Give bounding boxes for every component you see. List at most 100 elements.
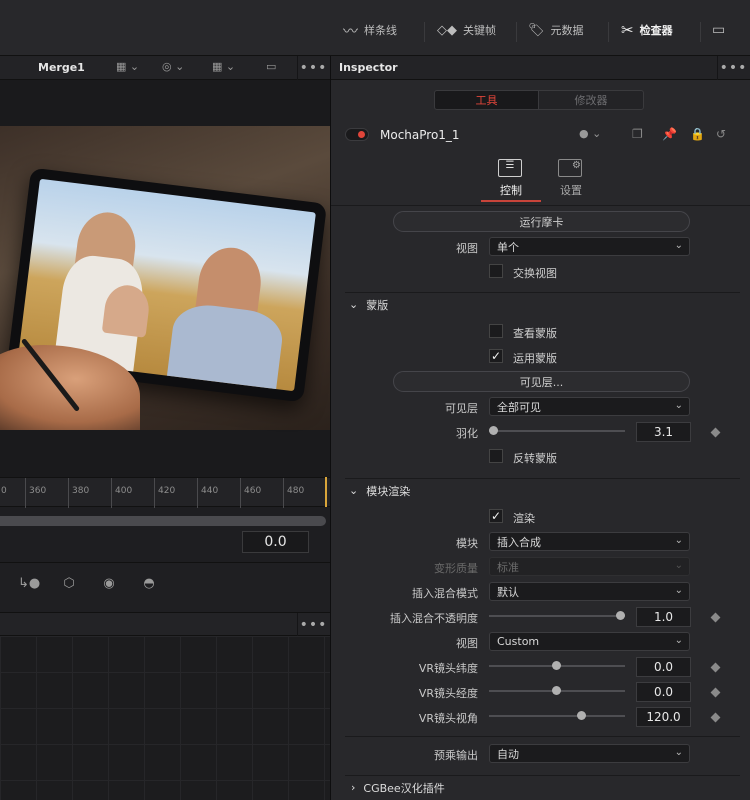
metadata-icon: 🏷	[528, 22, 545, 38]
playhead[interactable]	[325, 477, 327, 507]
apply-matte-checkbox[interactable]: ✓	[489, 349, 503, 363]
chevron-down-icon: ⌄	[674, 635, 683, 646]
insert-blend-select[interactable]: 默认 ⌄	[489, 582, 690, 601]
chevron-down-icon: ⌄	[674, 585, 683, 596]
reset-icon[interactable]: ↺	[716, 127, 726, 141]
swap-view-checkbox[interactable]	[489, 264, 503, 278]
viewer-channel-button[interactable]: ◎ ⌄	[162, 60, 184, 73]
module-select[interactable]: 插入合成 ⌄	[489, 532, 690, 551]
viewer-roi-button[interactable]: ▭	[266, 60, 276, 73]
insert-opacity-field[interactable]: 1.0	[636, 607, 691, 627]
ruler-tick: 440	[197, 478, 218, 508]
viewer-title: Merge1	[38, 61, 85, 74]
insert-blend-label: 插入混合模式	[412, 587, 478, 600]
divider	[331, 205, 750, 206]
toolbar-spline-label: 样条线	[364, 24, 398, 37]
ruler-tick: 460	[240, 478, 261, 508]
toolbar-divider	[424, 22, 425, 42]
view2-select[interactable]: Custom ⌄	[489, 632, 690, 651]
viewer-options-button[interactable]: •••	[297, 56, 329, 80]
inspector-title: Inspector	[339, 61, 398, 74]
viewer-grid-button[interactable]: ▦ ⌄	[212, 60, 235, 73]
vr-fov-knob[interactable]	[577, 711, 586, 720]
invert-matte-label: 反转蒙版	[513, 452, 557, 465]
node-color-dropdown[interactable]: ● ⌄	[579, 127, 601, 140]
view-select[interactable]: 单个 ⌄	[489, 237, 690, 256]
render-checkbox[interactable]: ✓	[489, 509, 503, 523]
vr-lon-field[interactable]: 0.0	[636, 682, 691, 702]
run-mocha-button[interactable]: 运行摩卡	[393, 211, 690, 232]
matte-section-header[interactable]: ⌄ 蒙版	[345, 292, 740, 316]
node-editor[interactable]	[0, 636, 330, 800]
vr-lon-label: VR镜头经度	[418, 687, 478, 700]
toolbar-metadata[interactable]: 🏷 元数据	[528, 20, 584, 40]
vr-fov-label: VR镜头视角	[418, 712, 478, 725]
toolbar-spline[interactable]: 〰 样条线	[343, 20, 397, 40]
node-editor-header: •••	[0, 612, 330, 637]
fullscreen-button[interactable]: ▭	[712, 20, 725, 40]
tab-modifiers[interactable]: 修改器	[539, 90, 644, 110]
insert-opacity-knob[interactable]	[616, 611, 625, 620]
ruler-tick: 380	[68, 478, 89, 508]
lock-icon[interactable]: 🔒	[690, 127, 705, 141]
render-tool-icon[interactable]: ◓	[138, 576, 160, 594]
toolbar-inspector[interactable]: ✂ 检查器	[621, 20, 673, 40]
view-select-value: 单个	[497, 240, 519, 254]
light-tool-icon[interactable]: ◉	[98, 576, 120, 594]
timeline-ruler[interactable]: 0 360 380 400 420 440 460 480	[0, 477, 330, 508]
view-matte-checkbox[interactable]	[489, 324, 503, 338]
plugin-section-header[interactable]: › CGBee汉化插件	[345, 775, 740, 799]
inspector-header: Inspector •••	[331, 56, 750, 80]
chevron-down-icon: ⌄	[674, 747, 683, 758]
inspector-icon: ✂	[621, 21, 634, 39]
module-section-title: 模块渲染	[366, 484, 411, 498]
feather-field[interactable]: 3.1	[636, 422, 691, 442]
divider	[345, 736, 740, 737]
visible-layers-select[interactable]: 全部可见 ⌄	[489, 397, 690, 416]
premult-value: 自动	[497, 747, 519, 761]
toolbar-inspector-label: 检查器	[639, 24, 673, 37]
3d-tool-icon[interactable]: ⬡	[58, 576, 80, 594]
ruler-tick: 400	[111, 478, 132, 508]
vr-lat-field[interactable]: 0.0	[636, 657, 691, 677]
view-matte-label: 查看蒙版	[513, 327, 557, 340]
feather-slider-knob[interactable]	[489, 426, 498, 435]
feather-label: 羽化	[456, 427, 478, 440]
feather-slider[interactable]	[489, 430, 625, 432]
inspector-options-button[interactable]: •••	[717, 56, 749, 80]
visible-layers-value: 全部可见	[497, 400, 541, 414]
subtab-settings[interactable]: 设置	[560, 182, 582, 198]
pin-icon[interactable]: 📌	[662, 127, 677, 141]
view-label: 视图	[456, 242, 478, 255]
view2-value: Custom	[497, 635, 540, 648]
scrub-bar[interactable]	[0, 516, 326, 526]
invert-matte-checkbox[interactable]	[489, 449, 503, 463]
tab-tools[interactable]: 工具	[434, 90, 539, 110]
matte-section-title: 蒙版	[366, 298, 389, 312]
ruler-tick: 360	[25, 478, 46, 508]
subtab-controls[interactable]: 控制	[500, 182, 522, 198]
node-options-button[interactable]: •••	[297, 613, 329, 637]
view2-label: 视图	[456, 637, 478, 650]
vr-lon-knob[interactable]	[552, 686, 561, 695]
transform-tool-icon[interactable]: ↳●	[18, 576, 40, 594]
vr-fov-field[interactable]: 120.0	[636, 707, 691, 727]
node-enable-toggle[interactable]	[345, 128, 369, 141]
module-section-header[interactable]: ⌄ 模块渲染	[345, 478, 740, 502]
settings-icon[interactable]: ⚙	[558, 159, 582, 177]
vr-lat-knob[interactable]	[552, 661, 561, 670]
ruler-tick: 420	[154, 478, 175, 508]
toolbar-keyframes[interactable]: ◇◆ 关键帧	[437, 20, 496, 40]
visible-layers-button[interactable]: 可见层...	[393, 371, 690, 392]
insert-opacity-slider[interactable]	[489, 615, 625, 617]
vr-fov-slider[interactable]	[489, 715, 625, 717]
module-label: 模块	[456, 537, 478, 550]
toolbar-divider	[608, 22, 609, 42]
controls-icon[interactable]: ☰	[498, 159, 522, 177]
time-field[interactable]: 0.0	[242, 531, 309, 553]
monitor-icon: ▭	[712, 22, 726, 38]
viewer-lut-button[interactable]: ▦ ⌄	[116, 60, 139, 73]
warp-quality-value: 标准	[497, 560, 519, 574]
premult-select[interactable]: 自动 ⌄	[489, 744, 690, 763]
versions-icon[interactable]: ❐	[632, 127, 643, 141]
